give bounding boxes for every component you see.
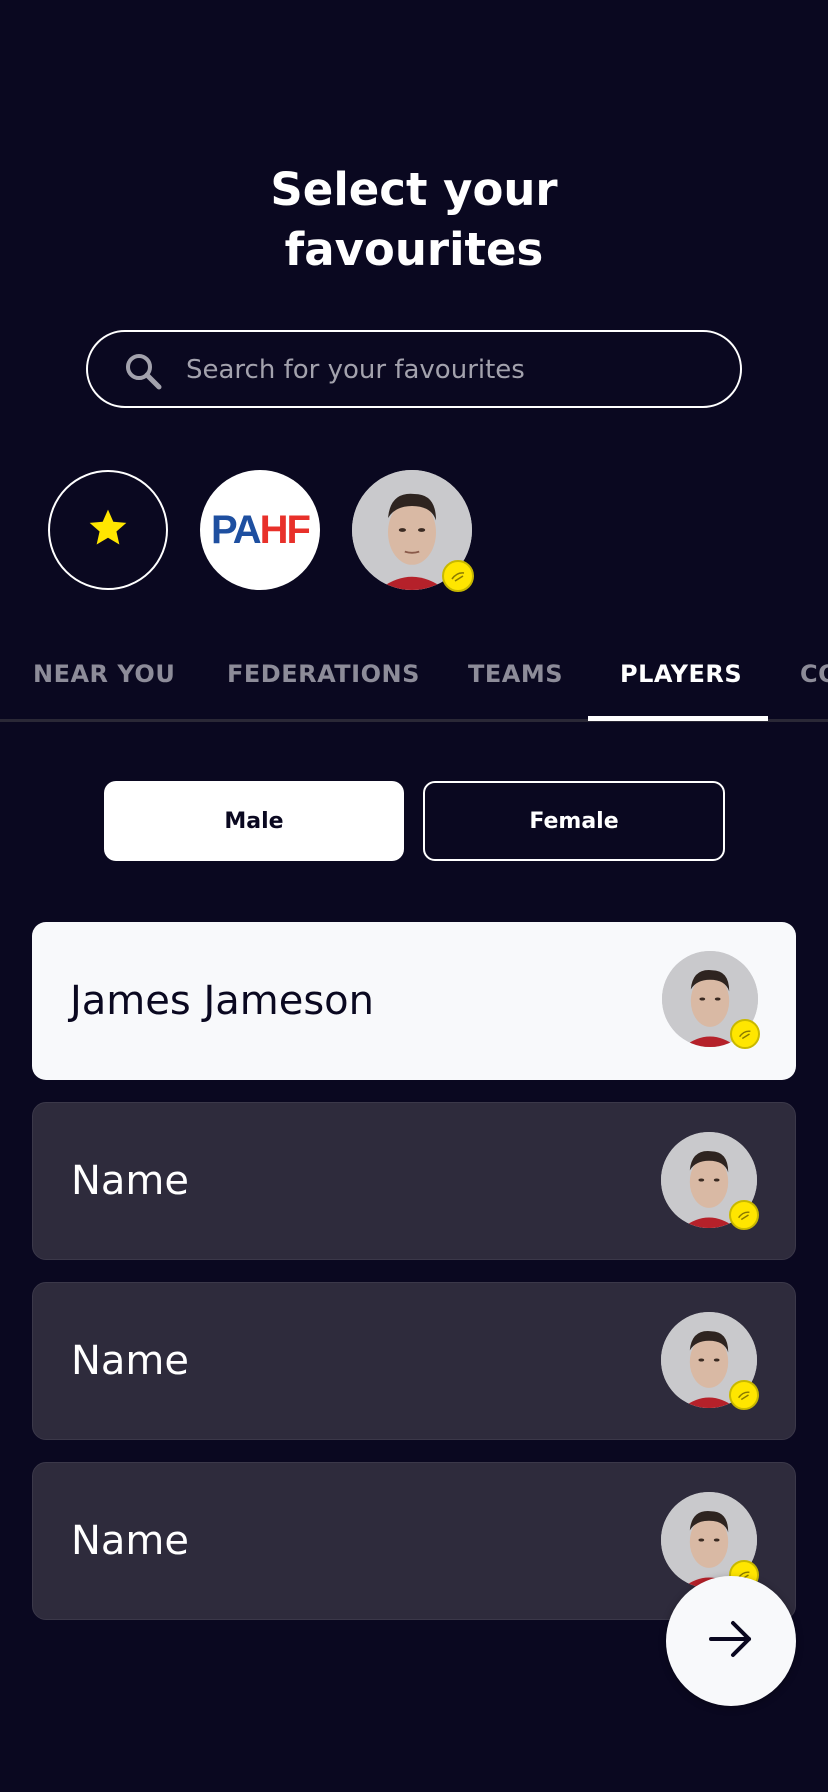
pahf-logo: PAHF (211, 507, 311, 552)
player-name: Name (71, 1338, 190, 1384)
favourite-star[interactable] (48, 470, 168, 590)
page-title: Select your favourites (0, 160, 828, 280)
player-avatar (661, 1492, 759, 1590)
player-name: Name (71, 1158, 190, 1204)
next-button[interactable] (666, 1576, 796, 1706)
hockey-badge-icon (730, 1019, 760, 1049)
tab-federations[interactable]: FEDERATIONS (227, 660, 420, 688)
tab-players[interactable]: PLAYERS (620, 660, 742, 688)
tab-near-you[interactable]: NEAR YOU (33, 660, 175, 688)
player-avatar (661, 1312, 759, 1410)
title-line-2: favourites (284, 223, 544, 276)
tab-teams[interactable]: TEAMS (468, 660, 563, 688)
search-input[interactable] (184, 332, 708, 408)
tab-co[interactable]: CO (800, 660, 828, 688)
player-row[interactable]: Name (32, 1282, 796, 1440)
favourite-pahf[interactable]: PAHF (200, 470, 320, 590)
player-row[interactable]: James Jameson (32, 922, 796, 1080)
player-avatar (662, 951, 760, 1049)
male-filter-button[interactable]: Male (104, 781, 404, 861)
search-bar[interactable] (86, 330, 742, 408)
favourite-player[interactable] (352, 470, 474, 592)
female-filter-button[interactable]: Female (423, 781, 725, 861)
title-line-1: Select your (270, 163, 558, 216)
hockey-badge-icon (442, 560, 474, 592)
player-row[interactable]: Name (32, 1462, 796, 1620)
hockey-badge-icon (729, 1380, 759, 1410)
player-avatar (661, 1132, 759, 1230)
player-name: James Jameson (70, 978, 374, 1024)
player-row[interactable]: Name (32, 1102, 796, 1260)
star-icon (86, 506, 130, 554)
search-icon (124, 352, 162, 390)
hockey-badge-icon (729, 1200, 759, 1230)
category-tabs: NEAR YOU FEDERATIONS TEAMS PLAYERS CO (0, 640, 828, 722)
player-name: Name (71, 1518, 190, 1564)
arrow-right-icon (705, 1613, 757, 1669)
active-tab-indicator (588, 716, 768, 721)
